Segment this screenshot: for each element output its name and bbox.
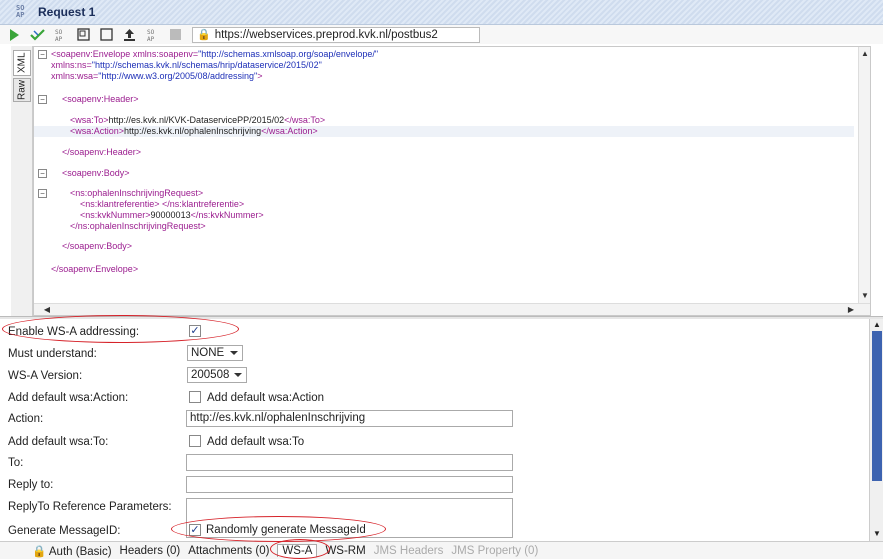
reply-to-label: Reply to: [8, 479, 54, 491]
request-bottom-tabs: 🔒 Auth (Basic) Headers (0) Attachments (… [0, 541, 883, 559]
tab-headers[interactable]: Headers (0) [120, 545, 181, 557]
reply-params-label: ReplyTo Reference Parameters: [8, 501, 172, 513]
generate-msgid-label: Generate MessageID: [8, 525, 121, 537]
add-default-to-check-label: Add default wsa:To [207, 436, 305, 448]
scroll-down-icon[interactable]: ▼ [860, 291, 870, 301]
xml-line-kvknummer: <ns:kvkNummer>90000013</ns:kvkNummer> [80, 210, 264, 220]
request-toolbar: SO AP SO AP 🔒 https://webservices.preprod.… [0, 25, 883, 44]
stop-icon[interactable] [167, 26, 184, 43]
xml-line-ns: xmlns:ns="http://schemas.kvk.nl/schemas/… [51, 60, 322, 70]
scroll-down-icon[interactable]: ▼ [872, 529, 882, 539]
tab-raw[interactable]: Raw [13, 78, 31, 102]
scrollbar-thumb[interactable] [872, 331, 882, 481]
lock-icon: 🔒 [197, 29, 211, 41]
svg-text:AP: AP [55, 36, 63, 42]
tab-wsa[interactable]: WS-A [277, 544, 318, 557]
generate-msgid-check-label: Randomly generate MessageId [206, 524, 366, 536]
must-understand-label: Must understand: [8, 348, 97, 360]
enable-wsa-label: Enable WS-A addressing: [8, 326, 140, 338]
action-input[interactable]: http://es.kvk.nl/ophalenInschrijving [186, 410, 513, 427]
endpoint-url-field[interactable]: 🔒 https://webservices.preprod.kvk.nl/pos… [192, 26, 480, 43]
editor-view-tabs: XML Raw [11, 46, 33, 316]
window-title: Request 1 [38, 5, 96, 19]
must-understand-select[interactable]: NONE [187, 345, 243, 361]
title-bar: SO AP Request 1 [0, 0, 883, 25]
tab-attachments[interactable]: Attachments (0) [188, 545, 269, 557]
editor-horizontal-scrollbar[interactable]: ◀ ▶ [34, 303, 870, 315]
endpoint-url: https://webservices.preprod.kvk.nl/postb… [214, 28, 438, 41]
wsa-settings-panel: Enable WS-A addressing: ✓ Must understan… [0, 319, 869, 541]
to-label: To: [8, 457, 24, 469]
chevron-down-icon [234, 373, 242, 377]
maximize-icon[interactable] [98, 26, 115, 43]
xml-line-body-close: </soapenv:Body> [62, 241, 133, 251]
run-icon[interactable] [6, 26, 23, 43]
xml-line-action: <wsa:Action>http://es.kvk.nl/ophalenInsc… [34, 126, 854, 137]
lock-icon: 🔒 [32, 545, 49, 558]
xml-line-envelope-close: </soapenv:Envelope> [51, 264, 139, 274]
add-default-action-label: Add default wsa:Action: [8, 392, 129, 404]
add-default-action-check-label: Add default wsa:Action [207, 392, 324, 404]
xml-line-body-open: <soapenv:Body> [62, 168, 130, 178]
xml-line-wsa: xmlns:wsa="http://www.w3.org/2005/08/add… [51, 71, 263, 81]
wsdl-icon[interactable]: SO AP [144, 26, 161, 43]
wsa-version-label: WS-A Version: [8, 370, 83, 382]
enable-wsa-checkbox[interactable]: ✓ [189, 325, 201, 337]
scroll-right-icon[interactable]: ▶ [846, 305, 856, 315]
fold-request-icon[interactable]: − [38, 189, 47, 198]
xml-line-header-close: </soapenv:Header> [62, 147, 142, 157]
add-default-action-checkbox[interactable] [189, 391, 201, 403]
wsa-version-select[interactable]: 200508 [187, 367, 247, 383]
tab-xml[interactable]: XML [13, 50, 31, 76]
svg-text:SO: SO [55, 29, 63, 36]
xml-line-request-open: <ns:ophalenInschrijvingRequest> [70, 188, 204, 198]
reply-to-input[interactable] [186, 476, 513, 493]
tab-jms-property[interactable]: JMS Property (0) [451, 545, 538, 557]
upload-icon[interactable] [121, 26, 138, 43]
tab-wsrm[interactable]: WS-RM [325, 545, 365, 557]
xml-line-envelope: <soapenv:Envelope xmlns:soapenv="http://… [51, 49, 379, 59]
action-label: Action: [8, 413, 44, 425]
fold-header-icon[interactable]: − [38, 95, 47, 104]
chevron-down-icon [230, 351, 238, 355]
soap-app-icon: SO AP [16, 4, 25, 19]
xml-line-klantreferentie: <ns:klantreferentie> </ns:klantreferenti… [80, 199, 245, 209]
validate-icon[interactable] [29, 26, 46, 43]
form-vertical-scrollbar[interactable]: ▲ ▼ [869, 319, 883, 541]
fold-envelope-icon[interactable]: − [38, 50, 47, 59]
xml-line-header-open: <soapenv:Header> [62, 94, 139, 104]
svg-text:AP: AP [147, 36, 155, 42]
scroll-left-icon[interactable]: ◀ [42, 305, 52, 315]
xml-line-request-close: </ns:ophalenInschrijvingRequest> [70, 221, 206, 231]
generate-msgid-checkbox[interactable]: ✓ [189, 524, 201, 536]
editor-vertical-scrollbar[interactable]: ▲ ▼ [858, 47, 870, 315]
tab-jms-headers[interactable]: JMS Headers [374, 545, 444, 557]
svg-text:SO: SO [147, 29, 155, 36]
add-default-to-label: Add default wsa:To: [8, 436, 109, 448]
add-default-to-checkbox[interactable] [189, 435, 201, 447]
tab-auth[interactable]: 🔒 Auth (Basic) [32, 544, 112, 558]
restore-icon[interactable] [75, 26, 92, 43]
fold-body-icon[interactable]: − [38, 169, 47, 178]
scroll-up-icon[interactable]: ▲ [860, 49, 870, 59]
to-input[interactable] [186, 454, 513, 471]
scroll-up-icon[interactable]: ▲ [872, 320, 882, 330]
soap-icon[interactable]: SO AP [52, 26, 69, 43]
xml-line-to: <wsa:To>http://es.kvk.nl/KVK-Dataservice… [70, 115, 326, 125]
xml-editor[interactable]: − <soapenv:Envelope xmlns:soapenv="http:… [33, 46, 871, 316]
